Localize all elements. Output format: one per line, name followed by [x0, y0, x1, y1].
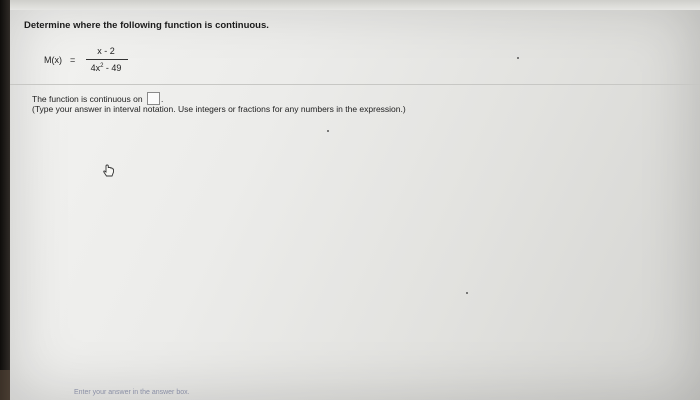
question-divider	[10, 84, 700, 85]
footer-hint: Enter your answer in the answer box.	[74, 389, 190, 396]
hand-pointer-icon	[103, 164, 114, 177]
answer-label: The function is continuous on	[32, 94, 143, 104]
function-name: M(x)	[44, 55, 62, 65]
top-bar	[10, 0, 700, 10]
screen-speck	[466, 292, 468, 294]
fraction: x - 2 4x2 - 49	[84, 46, 128, 78]
question-prompt: Determine where the following function i…	[24, 20, 269, 31]
answer-trailing-period: .	[160, 94, 164, 104]
equals-sign: =	[70, 55, 76, 65]
screen-speck	[327, 130, 329, 132]
fraction-bar	[86, 59, 128, 60]
fraction-denominator: 4x2 - 49	[84, 63, 128, 73]
screen-speck	[517, 57, 519, 59]
answer-instructions: (Type your answer in interval notation. …	[32, 104, 406, 114]
screen: Determine where the following function i…	[10, 0, 700, 400]
fraction-numerator: x - 2	[97, 46, 115, 56]
denominator-base: 4x	[90, 63, 101, 73]
denominator-rest: - 49	[103, 63, 122, 73]
